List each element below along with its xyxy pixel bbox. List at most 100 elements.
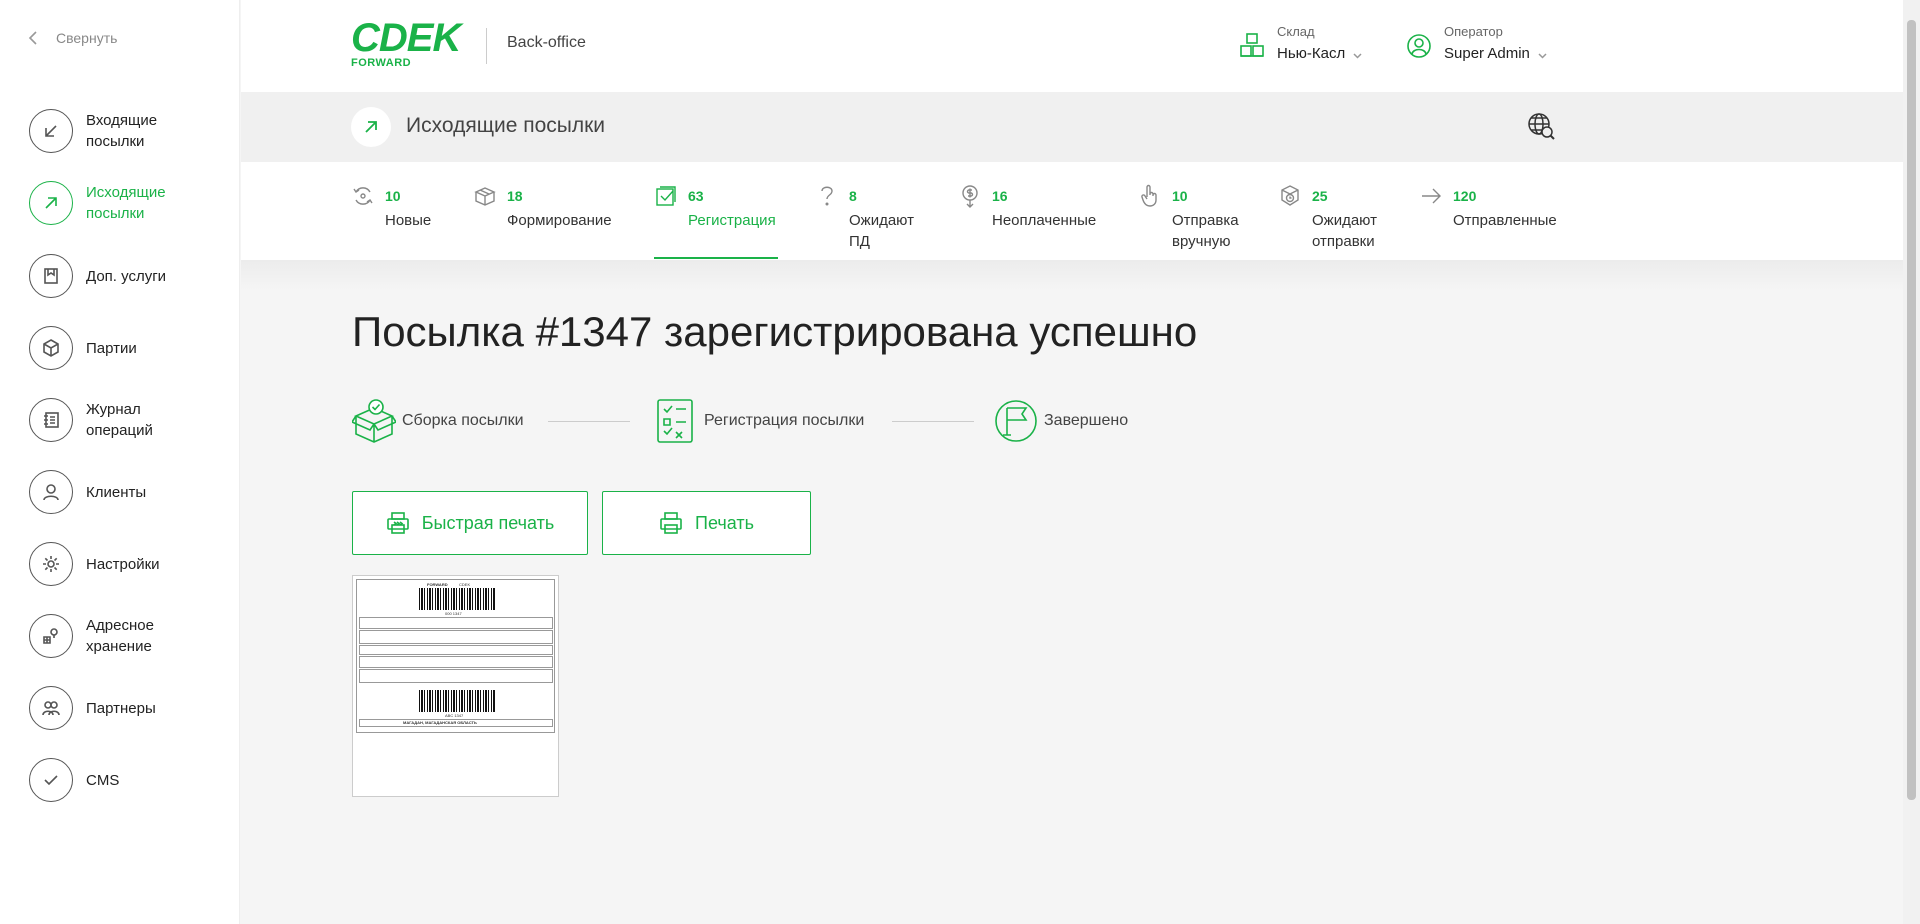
tab-label: Формирование	[507, 212, 612, 229]
hand-pointer-icon	[1141, 184, 1157, 207]
step-connector	[548, 421, 630, 422]
sidebar-item-label: Настройки	[86, 555, 160, 573]
logo-divider	[486, 28, 487, 64]
label-city: МАГАДАН, МАГАДАНСКАЯ ОБЛАСТЬ	[403, 720, 477, 725]
tab-label: Неоплаченные	[992, 212, 1097, 229]
label-weight-block	[359, 669, 553, 683]
tab-count: 8	[849, 188, 857, 204]
label-code-1: 000 1347	[445, 611, 462, 616]
sidebar-item-journal[interactable]: Журнал операций	[29, 398, 196, 442]
tab-awaiting-pd[interactable]: 8 Ожидают ПД	[815, 184, 929, 252]
quick-print-label: Быстрая печать	[421, 512, 555, 533]
label-content: FORWARD CDEK 000 1347 ABC 1347 МАГАДАН, …	[356, 579, 555, 733]
page-title-band: Исходящие посылки	[241, 92, 1903, 162]
cdek-logo[interactable]: CDEK FORWARD	[351, 18, 461, 69]
tab-count: 63	[688, 188, 704, 204]
sidebar-item-outgoing[interactable]: Исходящие посылки	[29, 181, 196, 225]
printer-icon	[660, 512, 682, 534]
sidebar-item-label: Адресное хранение	[86, 617, 154, 655]
label-code-2: ABC 1347	[445, 713, 464, 718]
step-completed: Завершено	[994, 398, 1128, 444]
location-storage-icon	[29, 614, 73, 658]
step-label: Завершено	[1044, 412, 1129, 429]
scroll-thumb[interactable]	[1907, 20, 1916, 800]
label-brand-right: CDEK	[459, 582, 471, 587]
label-barcode-top	[419, 588, 495, 610]
warehouse-value: Нью-Касл	[1277, 45, 1346, 62]
tab-count: 120	[1453, 188, 1477, 204]
operator-selector[interactable]: Оператор Super Admin	[1406, 24, 1547, 62]
arrow-right-icon	[1422, 188, 1441, 204]
partners-icon	[29, 686, 73, 730]
sidebar-item-clients[interactable]: Клиенты	[29, 470, 196, 514]
step-assembly: Сборка посылки	[352, 398, 524, 444]
tab-unpaid[interactable]: 16 Неоплаченные	[958, 184, 1096, 231]
box-icon	[29, 326, 73, 370]
checklist-icon	[657, 399, 693, 443]
box-check-icon	[352, 399, 396, 443]
tab-forming[interactable]: 18 Формирование	[473, 184, 612, 231]
warehouse-selector[interactable]: Склад Нью-Касл	[1239, 24, 1362, 62]
tab-label: Ожидают ПД	[849, 212, 914, 250]
print-button[interactable]: Печать	[602, 491, 811, 555]
label-brand-left: FORWARD	[427, 582, 448, 587]
operator-label: Оператор	[1444, 24, 1503, 39]
page-scrollbar[interactable]	[1903, 0, 1920, 924]
tab-count: 25	[1312, 188, 1328, 204]
quick-print-button[interactable]: Быстрая печать	[352, 491, 588, 555]
collapse-button[interactable]: Свернуть	[28, 30, 117, 46]
sidebar-item-settings[interactable]: Настройки	[29, 542, 196, 586]
status-tabs: 10 Новые 18 Формирование 63 Регистрация …	[241, 162, 1903, 260]
tab-label: Регистрация	[688, 212, 776, 229]
tab-label: Ожидают отправки	[1312, 212, 1377, 250]
sidebar-item-label: CMS	[86, 771, 120, 789]
question-icon	[821, 186, 833, 206]
recycle-icon	[353, 187, 373, 205]
warehouse-label: Склад	[1277, 24, 1315, 39]
warehouse-boxes-icon	[1240, 33, 1264, 57]
sidebar-item-label: Входящие посылки	[86, 112, 158, 150]
arrow-up-right-icon	[29, 181, 73, 225]
tabs-shadow	[241, 260, 1903, 290]
print-label: Печать	[695, 512, 754, 533]
tab-sent[interactable]: 120 Отправленные	[1419, 184, 1557, 231]
user-icon	[29, 470, 73, 514]
sidebar-item-extra-services[interactable]: Доп. услуги	[29, 254, 196, 298]
step-label: Сборка посылки	[402, 412, 524, 429]
label-barcode-bottom	[419, 690, 495, 712]
tab-count: 10	[385, 188, 401, 204]
sidebar: Свернуть Входящие посылки Исходящие посы…	[0, 0, 240, 924]
globe-search-icon[interactable]	[1526, 111, 1556, 141]
tab-count: 16	[992, 188, 1008, 204]
sidebar-item-partners[interactable]: Партнеры	[29, 686, 196, 730]
sidebar-item-address-storage[interactable]: Адресное хранение	[29, 614, 196, 658]
quick-printer-icon	[386, 512, 409, 534]
label-details-block	[359, 656, 553, 668]
sidebar-item-batches[interactable]: Партии	[29, 326, 196, 370]
tab-label: Отправленные	[1453, 212, 1557, 229]
sidebar-item-label: Партии	[86, 339, 137, 357]
page-title: Исходящие посылки	[406, 114, 606, 137]
sidebar-item-incoming[interactable]: Входящие посылки	[29, 109, 196, 153]
arrow-down-left-icon	[29, 109, 73, 153]
step-label: Регистрация посылки	[704, 412, 865, 429]
tab-manual-shipping[interactable]: 10 Отправка вручную	[1138, 184, 1252, 252]
user-circle-icon	[1407, 34, 1431, 58]
tab-new[interactable]: 10 Новые	[351, 184, 431, 231]
top-header: CDEK FORWARD Back-office Склад Нью-Касл …	[241, 0, 1903, 92]
chevron-down-icon	[1538, 52, 1547, 59]
journal-icon	[29, 398, 73, 442]
progress-steps: Сборка посылки Регистрация посылки Завер…	[352, 398, 1152, 446]
tab-registration[interactable]: 63 Регистрация	[654, 184, 776, 231]
active-tab-underline	[654, 257, 778, 259]
sidebar-item-cms[interactable]: CMS	[29, 758, 196, 802]
chevron-left-icon	[28, 31, 37, 45]
sidebar-item-label: Исходящие посылки	[86, 184, 166, 222]
tab-count: 10	[1172, 188, 1188, 204]
shipping-label-preview[interactable]: FORWARD CDEK 000 1347 ABC 1347 МАГАДАН, …	[352, 575, 559, 797]
tab-label: Новые	[385, 212, 432, 229]
arrow-up-right-icon	[351, 107, 391, 147]
box-clock-icon	[1281, 185, 1299, 206]
tab-awaiting-shipping[interactable]: 25 Ожидают отправки	[1278, 184, 1392, 252]
label-address-block	[359, 645, 553, 655]
